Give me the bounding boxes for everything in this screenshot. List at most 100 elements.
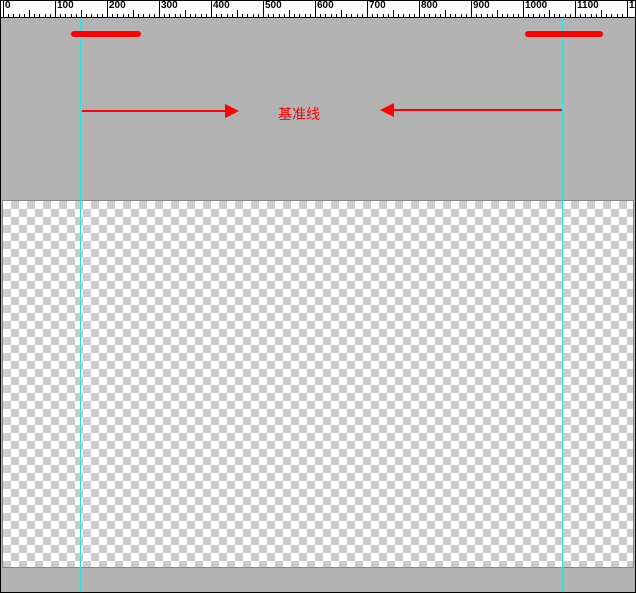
ruler-tick-small xyxy=(232,14,233,18)
ruler-tick-small xyxy=(227,14,228,18)
ruler-tick-small xyxy=(60,14,61,18)
annotation-baseline-label: 基准线 xyxy=(278,104,320,124)
ruler-tick-small xyxy=(611,14,612,18)
ruler-label: 400 xyxy=(211,0,230,12)
ruler-tick-minor xyxy=(185,10,186,18)
ruler-tick-small xyxy=(372,14,373,18)
ruler-tick-small xyxy=(273,14,274,18)
ruler-tick-small xyxy=(622,14,623,18)
ruler-tick-small xyxy=(34,14,35,18)
ruler-tick-small xyxy=(559,14,560,18)
ruler-label: 1100 xyxy=(575,0,599,12)
ruler-tick-small xyxy=(201,14,202,18)
ruler-tick-small xyxy=(539,14,540,18)
ruler-tick-small xyxy=(50,14,51,18)
ruler-label: 700 xyxy=(367,0,386,12)
ruler-tick-small xyxy=(310,14,311,18)
ruler-tick-small xyxy=(45,14,46,18)
ruler-tick-small xyxy=(268,14,269,18)
ruler-tick-small xyxy=(253,14,254,18)
annotation-arrow-left-line xyxy=(82,110,230,112)
ruler-tick-small xyxy=(112,14,113,18)
ruler-label: 300 xyxy=(159,0,178,12)
ruler-tick-minor xyxy=(445,10,446,18)
ruler-tick-small xyxy=(507,14,508,18)
ruler-tick-small xyxy=(102,14,103,18)
ruler-label: 12 xyxy=(627,0,636,12)
ruler-tick-small xyxy=(206,14,207,18)
ruler-tick-small xyxy=(481,14,482,18)
ruler-label: 600 xyxy=(315,0,334,12)
ruler-tick-small xyxy=(169,14,170,18)
ruler-tick-small xyxy=(123,14,124,18)
ruler-tick-small xyxy=(435,14,436,18)
ruler-tick-small xyxy=(455,14,456,18)
ruler-tick-small xyxy=(221,14,222,18)
ruler-tick-small xyxy=(346,14,347,18)
ruler-tick-minor xyxy=(393,10,394,18)
annotation-arrow-right-line xyxy=(390,109,562,111)
ruler-tick-small xyxy=(580,14,581,18)
ruler-tick-small xyxy=(617,14,618,18)
ruler-tick-small xyxy=(409,14,410,18)
ruler-tick-small xyxy=(320,14,321,18)
ruler-tick-small xyxy=(71,14,72,18)
ruler-label: 800 xyxy=(419,0,438,12)
ruler-tick-small xyxy=(97,14,98,18)
ruler-tick-small xyxy=(242,14,243,18)
ruler-tick-minor xyxy=(289,10,290,18)
ruler-tick-minor xyxy=(549,10,550,18)
ruler-tick-small xyxy=(143,14,144,18)
ruler-tick-small xyxy=(8,14,9,18)
canvas-transparent-layer[interactable] xyxy=(2,200,634,568)
ruler-tick-minor xyxy=(81,10,82,18)
ruler-tick-small xyxy=(154,14,155,18)
ruler-tick-small xyxy=(19,14,20,18)
ruler-label: 0 xyxy=(3,0,11,12)
ruler-tick-small xyxy=(164,14,165,18)
ruler-tick-small xyxy=(518,14,519,18)
ruler-tick-small xyxy=(195,14,196,18)
ruler-tick-small xyxy=(383,14,384,18)
annotation-arrow-left-head xyxy=(225,104,239,118)
ruler-tick-small xyxy=(585,14,586,18)
ruler-label: 100 xyxy=(55,0,74,12)
annotation-arrow-right-head xyxy=(380,103,394,117)
ruler-tick-small xyxy=(429,14,430,18)
ruler-tick-small xyxy=(336,14,337,18)
ruler-tick-small xyxy=(362,14,363,18)
ruler-tick-small xyxy=(502,14,503,18)
ruler-label: 500 xyxy=(263,0,282,12)
ruler-tick-small xyxy=(461,14,462,18)
ruler-tick-small xyxy=(180,14,181,18)
ruler-tick-small xyxy=(190,14,191,18)
horizontal-ruler[interactable]: 01002003004005006007008009001000110012 xyxy=(0,0,636,18)
guide-line-right[interactable] xyxy=(562,18,563,593)
ruler-tick-small xyxy=(128,14,129,18)
ruler-tick-small xyxy=(305,14,306,18)
ruler-tick-small xyxy=(606,14,607,18)
ruler-tick-small xyxy=(492,14,493,18)
guide-line-left[interactable] xyxy=(80,18,81,593)
ruler-tick-minor xyxy=(237,10,238,18)
ruler-tick-small xyxy=(596,14,597,18)
ruler-tick-small xyxy=(175,14,176,18)
ruler-tick-small xyxy=(247,14,248,18)
ruler-tick-small xyxy=(325,14,326,18)
ruler-tick-small xyxy=(216,14,217,18)
ruler-tick-small xyxy=(86,14,87,18)
ruler-tick-small xyxy=(403,14,404,18)
ruler-tick-small xyxy=(414,14,415,18)
annotation-mark-left xyxy=(71,31,141,37)
ruler-tick-small xyxy=(357,14,358,18)
ruler-tick-small xyxy=(476,14,477,18)
ruler-tick-small xyxy=(388,14,389,18)
ruler-tick-small xyxy=(149,14,150,18)
ruler-tick-small xyxy=(299,14,300,18)
ruler-tick-small xyxy=(377,14,378,18)
ruler-tick-small xyxy=(65,14,66,18)
ruler-tick-small xyxy=(284,14,285,18)
ruler-label: 1000 xyxy=(523,0,547,12)
ruler-tick-small xyxy=(440,14,441,18)
ruler-tick-small xyxy=(544,14,545,18)
